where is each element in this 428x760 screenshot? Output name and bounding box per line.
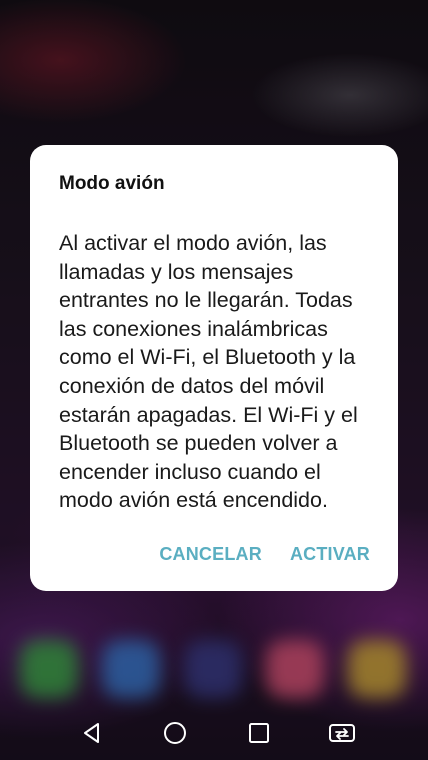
recents-button[interactable] <box>245 719 273 747</box>
airplane-mode-dialog: Modo avión Al activar el modo avión, las… <box>30 145 398 591</box>
navigation-bar <box>0 706 428 760</box>
recents-icon <box>248 723 269 743</box>
back-icon <box>84 723 99 743</box>
dialog-message: Al activar el modo avión, las llamadas y… <box>59 231 358 513</box>
screen-switch-button[interactable] <box>328 719 356 747</box>
home-button[interactable] <box>161 719 189 747</box>
dialog-title: Modo avión <box>59 173 165 194</box>
cancel-button[interactable]: CANCELAR <box>159 544 262 565</box>
dialog-actions: CANCELAR ACTIVAR <box>159 544 370 565</box>
back-button[interactable] <box>78 719 106 747</box>
screen-switch-icon <box>328 724 355 742</box>
home-icon <box>164 722 187 744</box>
activate-button[interactable]: ACTIVAR <box>290 544 370 565</box>
